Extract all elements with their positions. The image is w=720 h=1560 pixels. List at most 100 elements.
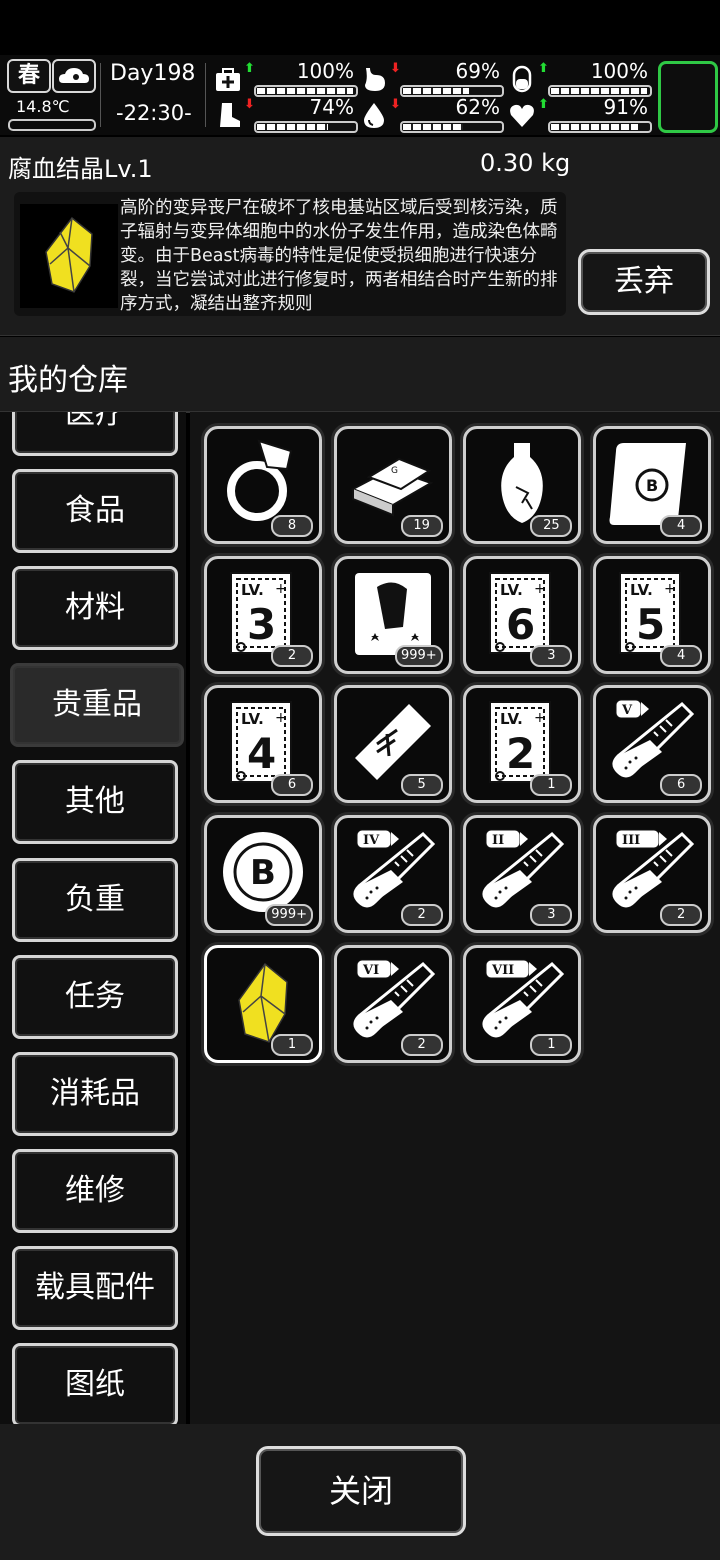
stat-value: 62%: [455, 95, 500, 119]
inventory-slot[interactable]: 25: [463, 426, 582, 544]
inventory-slot[interactable]: III 2: [593, 815, 712, 934]
svg-text:+: +: [275, 710, 287, 726]
stomach-icon: [365, 68, 385, 91]
close-button[interactable]: 关闭: [256, 1446, 466, 1536]
item-count-badge: 25: [530, 515, 573, 537]
discard-button[interactable]: 丢弃: [578, 249, 710, 315]
category-tab[interactable]: 维修: [12, 1148, 178, 1233]
footer: 关闭: [0, 1424, 720, 1560]
item-count-badge: 1: [530, 1033, 573, 1056]
svg-text:VI: VI: [362, 963, 379, 978]
stat-value: 74%: [309, 95, 354, 119]
category-tab[interactable]: 医疗: [12, 412, 178, 456]
weather-icon: [52, 59, 96, 93]
stat-value: 69%: [455, 59, 500, 83]
item-weight: 0.30 kg: [480, 149, 571, 177]
inventory-slot[interactable]: LV. +2 1: [463, 685, 582, 804]
inventory-slot[interactable]: 999+: [333, 555, 452, 674]
category-tab[interactable]: 贵重品: [10, 663, 184, 748]
inventory-slot[interactable]: LV. +3 2: [204, 555, 322, 674]
inventory-slot[interactable]: VII 1: [463, 944, 582, 1063]
svg-text:V: V: [621, 703, 633, 718]
svg-text:VII: VII: [491, 963, 514, 978]
svg-text:II: II: [492, 833, 504, 848]
blood-crystal-icon: [20, 204, 118, 308]
heart-icon: [510, 104, 534, 127]
category-tab[interactable]: 消耗品: [12, 1051, 178, 1136]
svg-text:3: 3: [247, 600, 276, 649]
inventory-slot[interactable]: G 19: [333, 426, 452, 544]
stat-bar-fill: [551, 124, 638, 130]
character-avatar-slot[interactable]: [658, 61, 718, 133]
inventory-slot[interactable]: B4: [593, 426, 712, 544]
stat-value: 100%: [296, 59, 354, 83]
item-count-badge: 5: [400, 774, 443, 797]
item-count-badge: 6: [271, 774, 313, 797]
arrow-up-icon: ⬆: [538, 61, 549, 76]
item-count-badge: 4: [660, 644, 703, 667]
item-count-badge: 19: [400, 515, 443, 537]
svg-text:2: 2: [506, 729, 535, 778]
item-count-badge: 1: [530, 774, 573, 797]
item-count-badge: 999+: [394, 644, 443, 667]
item-description-box: 高阶的变异丧尸在破坏了核电基站区域后受到核污染，质子辐射与变异体细胞中的水份子发…: [14, 192, 566, 316]
item-count-badge: 999+: [265, 904, 313, 927]
svg-text:LV.: LV.: [241, 710, 264, 728]
stat-bar-fill: [551, 88, 647, 94]
inventory-slot[interactable]: 1: [204, 944, 322, 1063]
svg-text:+: +: [534, 710, 546, 726]
stat-bar-fill: [257, 124, 328, 130]
category-tab[interactable]: 食品: [12, 469, 178, 554]
item-name: 腐血结晶Lv.1: [8, 155, 153, 183]
item-count-badge: 2: [400, 1033, 443, 1056]
stat-thirst: ⬇ 62%: [360, 95, 504, 133]
divider: [205, 63, 206, 127]
category-tab[interactable]: 图纸: [12, 1343, 178, 1424]
inventory-slot[interactable]: II 3: [463, 815, 582, 934]
svg-text:III: III: [622, 833, 640, 848]
stat-value: 100%: [590, 59, 648, 83]
pill-icon: [512, 65, 532, 93]
inventory-slot[interactable]: VI 2: [333, 944, 452, 1063]
svg-text:6: 6: [506, 600, 535, 649]
stat-energy: ⬆ 100%: [508, 59, 652, 97]
svg-text:+: +: [534, 581, 546, 597]
category-tab[interactable]: 其他: [12, 760, 178, 845]
inventory-slot[interactable]: IV 2: [333, 815, 452, 934]
divider: [100, 63, 101, 127]
water-drop-icon: [364, 103, 384, 128]
category-tab[interactable]: 负重: [12, 857, 178, 942]
category-tab[interactable]: 任务: [12, 954, 178, 1039]
clock-time: -22:30-: [116, 101, 192, 125]
category-sidebar[interactable]: 医疗食品材料贵重品其他负重任务消耗品维修载具配件图纸: [0, 412, 186, 1424]
stat-bar: [254, 121, 358, 133]
inventory-slot[interactable]: LV. +6 3: [463, 555, 582, 674]
inventory-slot[interactable]: LV. +4 6: [204, 685, 322, 804]
item-count-badge: 2: [271, 644, 313, 667]
stat-bar-fill: [257, 88, 353, 94]
inventory-slot[interactable]: 8: [204, 426, 322, 544]
stat-value: 91%: [603, 95, 648, 119]
inventory-slot[interactable]: 5: [333, 685, 452, 804]
svg-text:IV: IV: [363, 833, 380, 848]
category-tab[interactable]: 材料: [12, 566, 178, 651]
category-tab[interactable]: 载具配件: [12, 1245, 178, 1330]
svg-text:LV.: LV.: [500, 581, 523, 599]
boot-icon: [220, 103, 240, 127]
item-detail-panel: 腐血结晶Lv.1 0.30 kg 高阶的变异丧尸在破坏了核电基站区域后受到核污染…: [0, 137, 720, 336]
svg-text:5: 5: [636, 600, 665, 649]
svg-text:LV.: LV.: [500, 710, 523, 728]
svg-text:+: +: [664, 581, 676, 597]
inventory-slot[interactable]: V6: [593, 685, 712, 804]
svg-text:4: 4: [247, 729, 276, 778]
inventory-slot[interactable]: B 999+: [204, 815, 322, 934]
inventory-slot[interactable]: LV. +5 4: [593, 555, 712, 674]
svg-text:LV.: LV.: [630, 581, 653, 599]
inventory-grid: 8 G 19 25 B 4 LV. +3 2 999+ LV. +6 3 LV. +5 4 LV. +4 6 5 LV.…: [190, 412, 720, 1424]
arrow-down-icon: ⬇: [390, 61, 401, 76]
svg-text:G: G: [391, 466, 398, 476]
stat-hunger: ⬇ 69%: [360, 59, 504, 97]
item-count-badge: 6: [660, 774, 703, 797]
svg-text:B: B: [646, 476, 658, 495]
stat-health: ⬆ 100%: [214, 59, 358, 97]
